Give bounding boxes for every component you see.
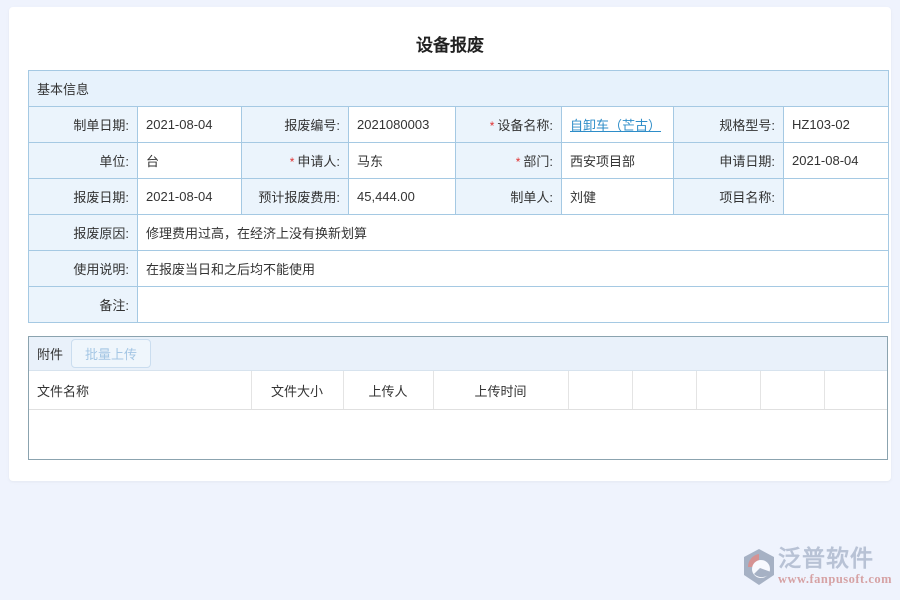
value-estimated-scrap-cost: 45,444.00 [349, 179, 456, 215]
value-usage-note: 在报废当日和之后均不能使用 [138, 251, 889, 287]
column-file-name: 文件名称 [29, 371, 251, 410]
attachments-table: 文件名称 文件大小 上传人 上传时间 [29, 371, 887, 410]
form-card: 设备报废 基本信息 制单日期: 2021-08-04 报废编号: 2021080… [9, 7, 891, 481]
batch-upload-button[interactable]: 批量上传 [71, 339, 151, 368]
vendor-text: 泛普软件 www.fanpusoft.com [778, 546, 892, 587]
column-empty [760, 371, 824, 410]
value-unit: 台 [138, 143, 242, 179]
label-estimated-scrap-cost: 预计报废费用: [242, 179, 349, 215]
fanpu-logo-icon [742, 548, 776, 586]
label-applicant: *申请人: [242, 143, 349, 179]
page-title: 设备报废 [9, 7, 891, 56]
label-text: 申请日期: [719, 154, 775, 169]
table-row: 备注: [29, 287, 889, 323]
table-row: 制单日期: 2021-08-04 报废编号: 2021080003 *设备名称:… [29, 107, 889, 143]
column-empty [696, 371, 760, 410]
label-spec-model: 规格型号: [674, 107, 784, 143]
required-asterisk: * [290, 155, 295, 169]
attachments-empty-body [29, 410, 887, 459]
label-text: 单位: [99, 154, 129, 169]
column-empty [568, 371, 632, 410]
label-text: 报废日期: [73, 190, 129, 205]
value-department: 西安项目部 [562, 143, 674, 179]
vendor-name: 泛普软件 [778, 546, 892, 572]
table-row: 报废日期: 2021-08-04 预计报废费用: 45,444.00 制单人: … [29, 179, 889, 215]
label-usage-note: 使用说明: [29, 251, 138, 287]
value-apply-date: 2021-08-04 [784, 143, 889, 179]
label-unit: 单位: [29, 143, 138, 179]
value-remarks [138, 287, 889, 323]
equipment-name-link[interactable]: 自卸车（芒古） [570, 118, 661, 133]
attachments-header: 附件 批量上传 [29, 337, 887, 371]
label-scrap-date: 报废日期: [29, 179, 138, 215]
required-asterisk: * [516, 155, 521, 169]
label-text: 备注: [99, 298, 129, 313]
label-text: 申请人: [297, 154, 340, 169]
basic-info-section: 基本信息 制单日期: 2021-08-04 报废编号: 2021080003 *… [28, 70, 872, 323]
vendor-watermark: 泛普软件 www.fanpusoft.com [742, 546, 892, 592]
label-create-date: 制单日期: [29, 107, 138, 143]
label-department: *部门: [456, 143, 562, 179]
label-remarks: 备注: [29, 287, 138, 323]
label-creator: 制单人: [456, 179, 562, 215]
vendor-website: www.fanpusoft.com [778, 572, 892, 587]
value-project-name [784, 179, 889, 215]
label-text: 项目名称: [719, 190, 775, 205]
table-row: 单位: 台 *申请人: 马东 *部门: 西安项目部 申请日期: 2021-08-… [29, 143, 889, 179]
value-scrap-no: 2021080003 [349, 107, 456, 143]
table-row: 使用说明: 在报废当日和之后均不能使用 [29, 251, 889, 287]
label-scrap-no: 报废编号: [242, 107, 349, 143]
value-scrap-date: 2021-08-04 [138, 179, 242, 215]
attachments-section-title: 附件 [37, 344, 63, 363]
value-create-date: 2021-08-04 [138, 107, 242, 143]
column-empty [824, 371, 887, 410]
column-file-size: 文件大小 [251, 371, 343, 410]
column-uploader: 上传人 [343, 371, 433, 410]
label-text: 报废编号: [284, 118, 340, 133]
value-scrap-reason: 修理费用过高，在经济上没有换新划算 [138, 215, 889, 251]
label-text: 报废原因: [73, 226, 129, 241]
label-text: 设备名称: [497, 118, 553, 133]
label-equipment-name: *设备名称: [456, 107, 562, 143]
attachments-section: 附件 批量上传 文件名称 文件大小 上传人 上传时间 [28, 336, 888, 460]
value-applicant: 马东 [349, 143, 456, 179]
label-apply-date: 申请日期: [674, 143, 784, 179]
label-text: 规格型号: [719, 118, 775, 133]
basic-info-section-title: 基本信息 [29, 71, 889, 107]
label-text: 制单日期: [73, 118, 129, 133]
label-text: 预计报废费用: [258, 190, 340, 205]
value-creator: 刘健 [562, 179, 674, 215]
table-row: 报废原因: 修理费用过高，在经济上没有换新划算 [29, 215, 889, 251]
column-upload-time: 上传时间 [433, 371, 568, 410]
label-text: 制单人: [510, 190, 553, 205]
label-project-name: 项目名称: [674, 179, 784, 215]
attachments-header-row: 文件名称 文件大小 上传人 上传时间 [29, 371, 887, 410]
required-asterisk: * [490, 119, 495, 133]
basic-info-table: 基本信息 制单日期: 2021-08-04 报废编号: 2021080003 *… [28, 70, 889, 323]
section-header-row: 基本信息 [29, 71, 889, 107]
value-equipment-name: 自卸车（芒古） [562, 107, 674, 143]
label-text: 部门: [523, 154, 553, 169]
column-empty [632, 371, 696, 410]
label-text: 使用说明: [73, 262, 129, 277]
value-spec-model: HZ103-02 [784, 107, 889, 143]
label-scrap-reason: 报废原因: [29, 215, 138, 251]
